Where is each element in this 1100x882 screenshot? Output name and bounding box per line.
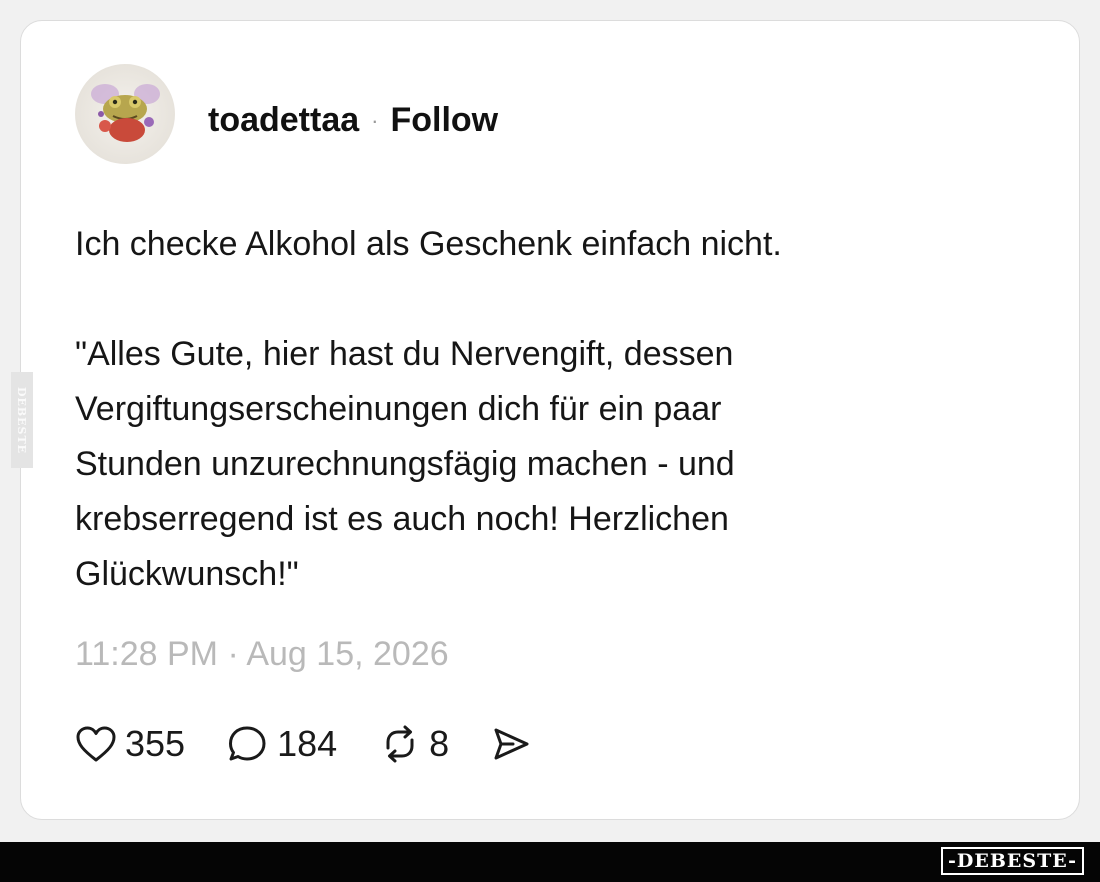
- comment-count: 184: [277, 723, 338, 764]
- like-count: 355: [125, 723, 186, 764]
- separator-dot: ·: [371, 107, 379, 133]
- repost-icon: [379, 724, 421, 764]
- comment-icon: [227, 724, 269, 764]
- side-watermark: DEBESTE: [11, 372, 33, 468]
- post-text: Ich checke Alkohol als Geschenk einfach …: [75, 225, 782, 593]
- post-timestamp: 11:28 PM · Aug 15, 2026: [75, 635, 449, 673]
- bottom-bar: -DEBESTE-: [0, 842, 1100, 882]
- toad-avatar-image: [91, 84, 160, 142]
- side-watermark-text: DEBESTE: [15, 386, 29, 454]
- heart-icon: [75, 725, 117, 763]
- action-bar: 355 184 8: [75, 723, 573, 765]
- repost-count: 8: [429, 723, 450, 764]
- brand-logo: -DEBESTE-: [941, 847, 1084, 875]
- username[interactable]: toadettaa: [208, 101, 359, 140]
- share-icon: [491, 725, 531, 763]
- like-button[interactable]: 355: [75, 723, 185, 765]
- avatar[interactable]: [75, 64, 175, 164]
- comment-button[interactable]: 184: [227, 723, 337, 765]
- share-button[interactable]: [491, 725, 531, 763]
- post-card: toadettaa · Follow Ich checke Alkohol al…: [20, 20, 1080, 820]
- repost-button[interactable]: 8: [379, 723, 449, 765]
- follow-button[interactable]: Follow: [390, 101, 498, 140]
- post-header: toadettaa · Follow: [208, 101, 498, 140]
